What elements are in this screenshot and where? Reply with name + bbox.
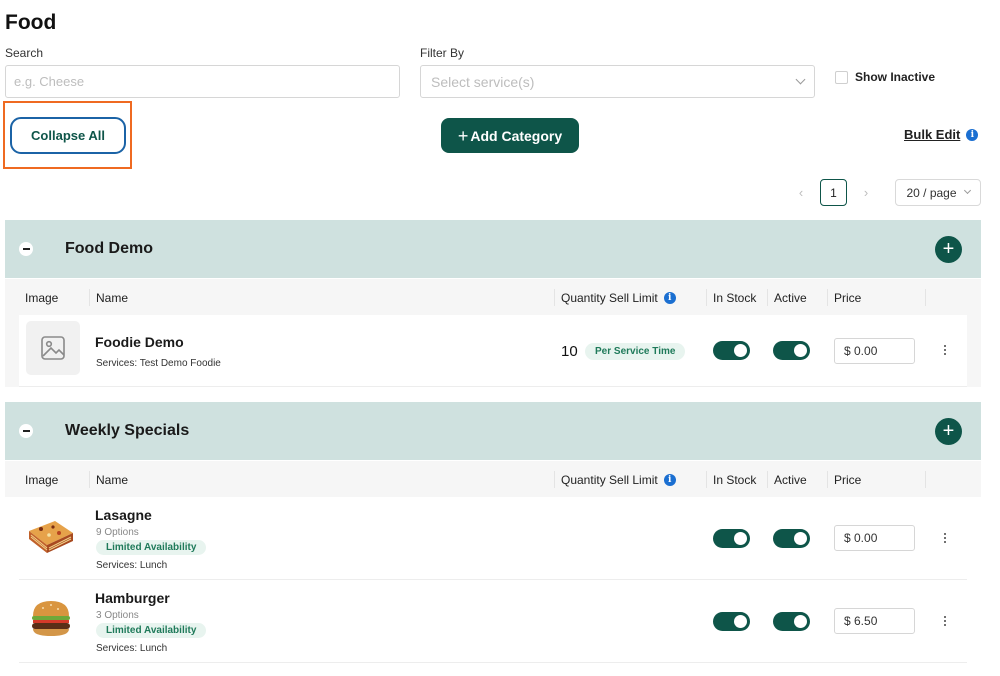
add-category-label: Add Category <box>470 127 563 144</box>
more-options-icon[interactable] <box>941 616 949 626</box>
availability-badge: Limited Availability <box>96 623 207 638</box>
plus-icon: + <box>457 125 469 146</box>
item-options: 3 Options <box>96 610 139 621</box>
add-category-button[interactable]: + Add Category <box>441 118 579 153</box>
info-icon[interactable]: i <box>966 128 979 141</box>
chevron-down-icon <box>963 186 971 195</box>
in-stock-toggle[interactable] <box>713 341 750 360</box>
collapse-category-icon[interactable] <box>19 242 33 256</box>
search-label: Search <box>5 46 44 60</box>
table-row[interactable]: Hamburger 3 Options Limited Availability… <box>19 580 967 663</box>
filter-placeholder: Select service(s) <box>431 73 535 90</box>
next-page-icon[interactable]: › <box>855 185 877 200</box>
lasagne-image <box>25 517 77 557</box>
column-in-stock: In Stock <box>713 473 757 487</box>
column-price: Price <box>834 473 862 487</box>
price-input[interactable]: $ 6.50 <box>834 608 915 634</box>
more-options-icon[interactable] <box>941 533 949 543</box>
category-header: Food Demo + <box>5 220 981 278</box>
info-icon[interactable]: i <box>663 292 676 304</box>
item-name: Foodie Demo <box>95 334 184 350</box>
page-number[interactable]: 1 <box>820 179 847 206</box>
prev-page-icon[interactable]: ‹ <box>790 185 812 200</box>
column-in-stock: In Stock <box>713 291 757 305</box>
column-quantity-label: Quantity Sell Limit <box>561 473 658 487</box>
column-name: Name <box>96 291 129 305</box>
item-name: Hamburger <box>95 590 170 606</box>
active-toggle[interactable] <box>773 529 810 548</box>
column-header-row: Image Name Quantity Sell Limit i In Stock… <box>5 461 981 497</box>
category-title: Food Demo <box>65 240 153 257</box>
price-input[interactable]: $ 0.00 <box>834 525 915 551</box>
category-header: Weekly Specials + <box>5 402 981 460</box>
search-input[interactable] <box>5 65 400 98</box>
more-options-icon[interactable] <box>941 345 949 355</box>
quantity-value: 10 <box>561 343 578 360</box>
info-icon[interactable]: i <box>663 474 676 486</box>
in-stock-toggle[interactable] <box>713 529 750 548</box>
collapse-category-icon[interactable] <box>19 424 33 438</box>
quantity-unit-badge: Per Service Time <box>585 343 686 360</box>
chevron-down-icon <box>795 74 806 85</box>
column-image: Image <box>25 291 59 305</box>
item-services: Services: Test Demo Foodie <box>96 358 221 369</box>
hamburger-image <box>25 599 77 639</box>
filter-label: Filter By <box>420 46 465 60</box>
bulk-edit-link[interactable]: Bulk Edit <box>904 127 960 142</box>
column-quantity: Quantity Sell Limit i <box>561 291 676 305</box>
show-inactive-checkbox[interactable] <box>835 70 848 84</box>
active-toggle[interactable] <box>773 612 810 631</box>
page-title: Food <box>5 11 57 34</box>
add-item-button[interactable]: + <box>935 235 962 263</box>
pagination: ‹ 1 › <box>790 179 877 206</box>
filter-select[interactable]: Select service(s) <box>420 65 815 98</box>
image-placeholder-icon <box>26 321 80 375</box>
table-row[interactable]: Foodie Demo Services: Test Demo Foodie 1… <box>19 315 967 387</box>
category-title: Weekly Specials <box>65 422 190 439</box>
item-services: Services: Lunch <box>96 560 168 571</box>
bulk-edit: Bulk Edit i <box>904 127 979 142</box>
item-options: 9 Options <box>96 527 139 538</box>
table-row[interactable]: Lasagne 9 Options Limited Availability S… <box>19 497 967 580</box>
column-price: Price <box>834 291 862 305</box>
in-stock-toggle[interactable] <box>713 612 750 631</box>
column-image: Image <box>25 473 59 487</box>
item-services: Services: Lunch <box>96 643 168 654</box>
show-inactive-toggle[interactable]: Show Inactive <box>835 70 935 84</box>
column-active: Active <box>774 291 807 305</box>
column-header-row: Image Name Quantity Sell Limit i In Stock… <box>5 279 981 315</box>
price-input[interactable]: $ 0.00 <box>834 338 915 364</box>
add-item-button[interactable]: + <box>935 417 962 445</box>
page-size-label: 20 / page <box>906 185 957 200</box>
item-name: Lasagne <box>95 507 152 523</box>
column-active: Active <box>774 473 807 487</box>
column-name: Name <box>96 473 129 487</box>
collapse-all-button[interactable]: Collapse All <box>10 117 126 154</box>
show-inactive-label: Show Inactive <box>855 70 936 84</box>
column-quantity: Quantity Sell Limit i <box>561 473 676 487</box>
availability-badge: Limited Availability <box>96 540 207 555</box>
page-size-select[interactable]: 20 / page <box>895 179 981 206</box>
active-toggle[interactable] <box>773 341 810 360</box>
column-quantity-label: Quantity Sell Limit <box>561 291 658 305</box>
